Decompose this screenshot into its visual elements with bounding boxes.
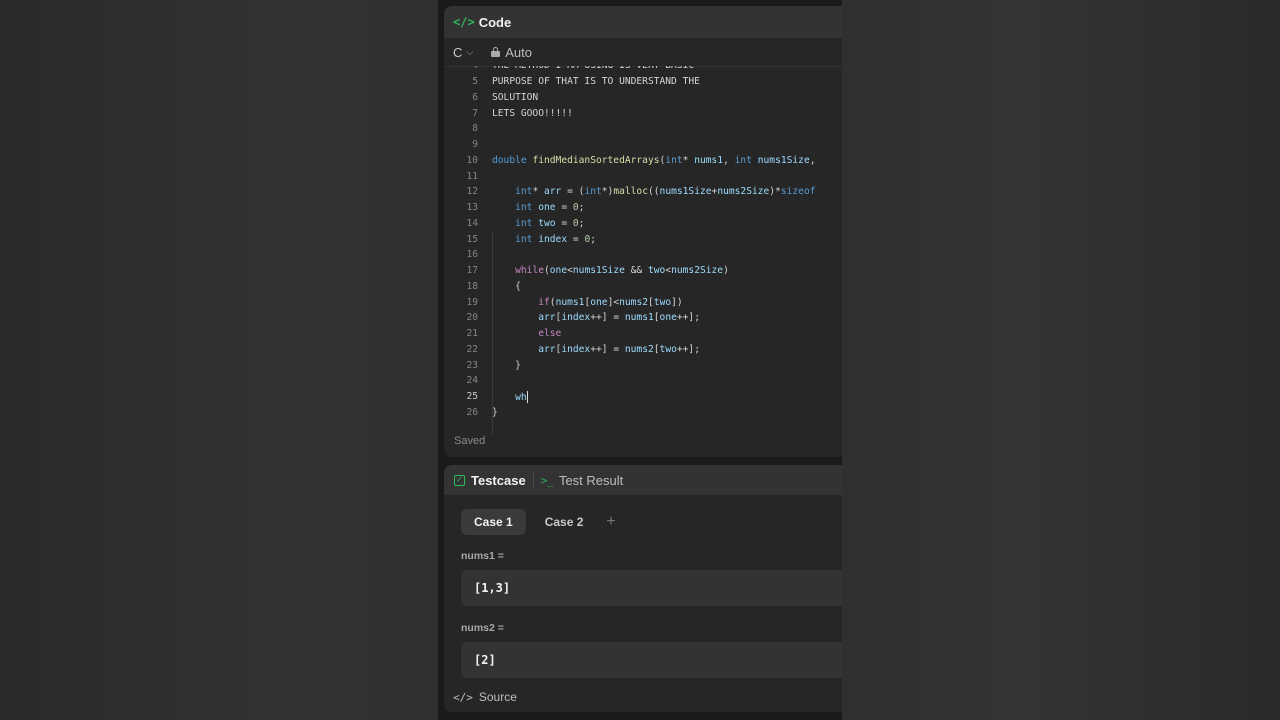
code-text: else bbox=[538, 328, 562, 340]
line-number: 18 bbox=[466, 280, 478, 292]
code-text: } bbox=[492, 406, 498, 418]
line-number: 19 bbox=[466, 296, 478, 308]
code-brackets-icon: </> bbox=[453, 15, 475, 29]
code-text: int* arr = (int*)malloc((nums1Size+nums2… bbox=[515, 186, 816, 198]
line-number: 9 bbox=[472, 139, 478, 151]
code-line[interactable]: 24 bbox=[444, 373, 821, 389]
code-line[interactable]: 11 bbox=[444, 168, 821, 184]
case-2-tab[interactable]: Case 2 bbox=[532, 509, 597, 535]
add-case-button[interactable]: + bbox=[606, 513, 615, 531]
line-number: 6 bbox=[472, 91, 478, 103]
checkbox-icon: ✓ bbox=[454, 474, 465, 486]
nums1-input[interactable]: [1,3] bbox=[461, 570, 842, 606]
line-number: 5 bbox=[472, 76, 478, 88]
line-number: 22 bbox=[466, 343, 478, 355]
line-number: 26 bbox=[466, 406, 478, 418]
code-editor[interactable]: 4THE METHOD I AM USING IS VERY BASIC 5 PUR… bbox=[444, 66, 842, 434]
nums2-label: nums2 = bbox=[461, 622, 504, 634]
code-line[interactable]: 17 while(one<nums1Size && two<nums2Size) bbox=[444, 263, 821, 279]
line-number: 10 bbox=[466, 154, 478, 166]
code-text: LETS GOOO!!!!! bbox=[492, 107, 573, 119]
code-text: int two = 0; bbox=[515, 217, 585, 229]
line-number: 13 bbox=[466, 202, 478, 214]
line-number: 7 bbox=[472, 107, 478, 119]
code-text: arr[index++] = nums2[two++]; bbox=[538, 343, 700, 355]
line-number: 20 bbox=[466, 312, 478, 324]
code-text: int one = 0; bbox=[515, 202, 585, 214]
code-line[interactable]: 20 arr[index++] = nums1[one++]; bbox=[444, 310, 821, 326]
code-text: PURPOSE OF THAT IS TO UNDERSTAND THE bbox=[492, 76, 700, 88]
code-line[interactable]: 12 int* arr = (int*)malloc((nums1Size+nu… bbox=[444, 184, 821, 200]
code-text: { bbox=[492, 280, 521, 292]
line-number: 11 bbox=[466, 170, 478, 182]
case-tabs: Case 1 Case 2 + bbox=[461, 509, 616, 535]
tab-divider bbox=[532, 473, 534, 487]
nums1-label: nums1 = bbox=[461, 550, 504, 562]
code-line[interactable]: 21 else bbox=[444, 326, 821, 342]
source-button[interactable]: </> Source bbox=[453, 690, 517, 704]
line-number: 14 bbox=[466, 217, 478, 229]
code-line[interactable]: 22 arr[index++] = nums2[two++]; bbox=[444, 342, 821, 358]
line-number: 12 bbox=[466, 186, 478, 198]
code-text: wh bbox=[515, 390, 528, 403]
code-line[interactable]: 26} bbox=[444, 405, 821, 421]
code-line[interactable]: 4THE METHOD I AM USING IS VERY BASIC bbox=[444, 66, 821, 74]
chevron-down-icon: ⌵ bbox=[466, 46, 474, 57]
line-number: 8 bbox=[472, 123, 478, 135]
auto-mode-label[interactable]: Auto bbox=[505, 45, 532, 60]
testcase-panel: ✓ Testcase >_ Test Result Case 1 Case 2 … bbox=[444, 465, 842, 712]
code-line[interactable]: 14 int two = 0; bbox=[444, 216, 821, 232]
code-line[interactable]: 15 int index = 0; bbox=[444, 231, 821, 247]
code-line[interactable]: 18 { bbox=[444, 279, 821, 295]
line-number: 15 bbox=[466, 233, 478, 245]
editor-window: </> Code C ⌵ Auto 4THE METHOD I AM USING… bbox=[438, 0, 842, 720]
line-number: 16 bbox=[466, 249, 478, 261]
code-line[interactable]: 8 bbox=[444, 121, 821, 137]
editor-toolbar: C ⌵ Auto bbox=[444, 38, 842, 67]
text-cursor bbox=[526, 390, 528, 403]
line-number: 17 bbox=[466, 265, 478, 277]
code-line[interactable]: 7 LETS GOOO!!!!! bbox=[444, 105, 821, 121]
language-select[interactable]: C ⌵ bbox=[453, 45, 473, 60]
line-number: 25 bbox=[466, 391, 478, 403]
blurred-background-right bbox=[842, 0, 1280, 720]
source-label: Source bbox=[478, 690, 517, 704]
code-line[interactable]: 10 double findMedianSortedArrays(int* num… bbox=[444, 153, 821, 169]
tab-test-result[interactable]: Test Result bbox=[559, 473, 623, 488]
code-text: double findMedianSortedArrays(int* nums1… bbox=[492, 154, 822, 166]
code-text: int index = 0; bbox=[515, 233, 596, 245]
nums2-input[interactable]: [2] bbox=[461, 642, 842, 678]
code-line[interactable]: 9 bbox=[444, 137, 821, 153]
tab-testcase[interactable]: Testcase bbox=[471, 473, 526, 488]
code-text: SOLUTION bbox=[492, 91, 539, 103]
blurred-background-left bbox=[0, 0, 438, 720]
code-line[interactable]: 13 int one = 0; bbox=[444, 200, 821, 216]
language-label: C bbox=[453, 44, 463, 60]
line-number: 24 bbox=[466, 375, 478, 387]
code-brackets-icon: </> bbox=[453, 690, 473, 704]
code-text: while(one<nums1Size && two<nums2Size) bbox=[515, 265, 729, 277]
code-panel: </> Code C ⌵ Auto 4THE METHOD I AM USING… bbox=[444, 6, 842, 457]
code-panel-header: </> Code bbox=[444, 6, 842, 38]
terminal-icon: >_ bbox=[540, 473, 554, 487]
code-text: if(nums1[one]<nums2[two]) bbox=[538, 296, 683, 308]
code-line[interactable]: 23 } bbox=[444, 357, 821, 373]
lock-icon bbox=[491, 47, 501, 57]
testcase-panel-header: ✓ Testcase >_ Test Result bbox=[444, 465, 842, 495]
code-line[interactable]: 25 wh bbox=[444, 389, 821, 405]
code-panel-title: Code bbox=[478, 14, 512, 30]
code-line[interactable]: 6 SOLUTION bbox=[444, 90, 821, 106]
code-lines: 4THE METHOD I AM USING IS VERY BASIC 5 PUR… bbox=[444, 66, 821, 420]
line-number: 23 bbox=[466, 359, 478, 371]
code-text: } bbox=[492, 359, 521, 371]
code-text: arr[index++] = nums1[one++]; bbox=[538, 312, 700, 324]
line-number: 21 bbox=[466, 328, 478, 340]
case-1-tab[interactable]: Case 1 bbox=[461, 509, 526, 535]
code-text: THE METHOD I AM USING IS VERY BASIC bbox=[492, 66, 694, 71]
code-line[interactable]: 16 bbox=[444, 247, 821, 263]
line-number: 4 bbox=[444, 66, 492, 71]
code-line[interactable]: 19 if(nums1[one]<nums2[two]) bbox=[444, 294, 821, 310]
save-status: Saved bbox=[454, 435, 486, 447]
code-line[interactable]: 5 PURPOSE OF THAT IS TO UNDERSTAND THE bbox=[444, 74, 821, 90]
